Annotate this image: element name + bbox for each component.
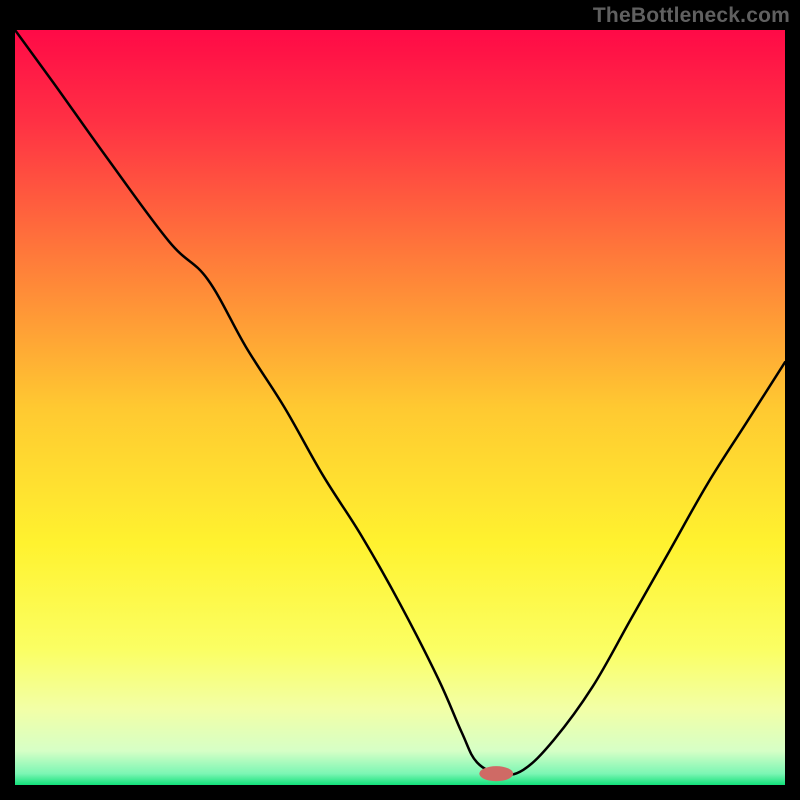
chart-frame: TheBottleneck.com [0,0,800,800]
plot-area [15,30,785,785]
chart-svg [15,30,785,785]
heatmap-background [15,30,785,785]
watermark-label: TheBottleneck.com [593,4,790,28]
optimal-marker [479,766,513,781]
